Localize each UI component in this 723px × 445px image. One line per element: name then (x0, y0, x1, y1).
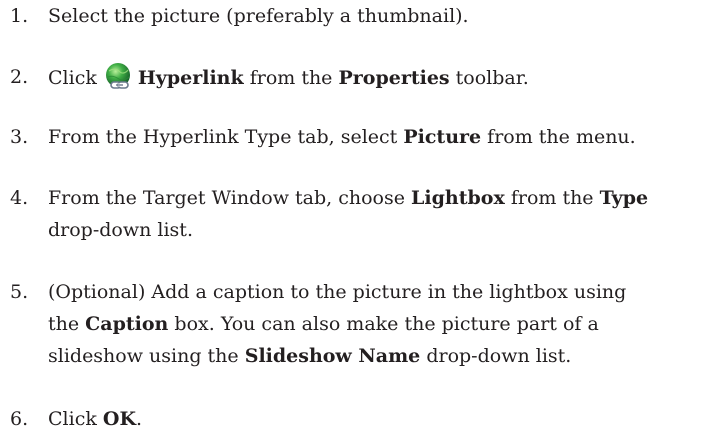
step-number: 5. (10, 281, 29, 303)
slideshow-name-term: Slideshow Name (244, 345, 421, 367)
step-5-line-2-start: the (48, 313, 80, 335)
lightbox-term: Lightbox (411, 187, 505, 209)
step-text: Click OK. (48, 403, 723, 435)
step-3-end-text: from the menu. (487, 126, 636, 148)
step-2-mid-text: from the (249, 67, 333, 89)
step-1-text: Select the picture (preferably a thumbna… (48, 5, 469, 27)
step-6-click-text: Click (48, 408, 97, 430)
step-6-period: . (135, 408, 143, 430)
step-text: (Optional) Add a caption to the picture … (48, 276, 723, 372)
ok-term: OK (102, 408, 136, 430)
step-3-start-text: From the Hyperlink Type tab, select (48, 126, 398, 148)
instruction-steps: 1. Select the picture (preferably a thum… (0, 0, 723, 445)
step-5-line-3-end: drop-down list. (426, 345, 572, 367)
properties-term: Properties (338, 67, 450, 89)
step-number: 2. (10, 66, 29, 88)
step-text: From the Hyperlink Type tab, select Pict… (48, 121, 723, 153)
type-term: Type (599, 187, 649, 209)
step-5-line-1: (Optional) Add a caption to the picture … (48, 281, 627, 303)
step-5-line-3-start: slideshow using the (48, 345, 239, 367)
picture-term: Picture (403, 126, 482, 148)
step-text: Click Hyperlink from the Properties toolb… (48, 61, 723, 94)
hyperlink-term: Hyperlink (137, 67, 244, 89)
step-5-line-2-end: box. You can also make the picture part … (174, 313, 599, 335)
hyperlink-globe-chain-icon (105, 63, 130, 89)
step-4-mid-text: from the (510, 187, 594, 209)
step-4-start-text: From the Target Window tab, choose (48, 187, 405, 209)
step-number: 1. (10, 5, 29, 27)
step-number: 6. (10, 408, 29, 430)
step-text: Select the picture (preferably a thumbna… (48, 0, 723, 32)
step-number: 3. (10, 126, 29, 148)
step-text: From the Target Window tab, choose Light… (48, 182, 723, 246)
step-4-end-text: drop-down list. (48, 219, 193, 241)
step-2-click-text: Click (48, 67, 97, 89)
step-2-end-text: toolbar. (455, 67, 529, 89)
caption-term: Caption (85, 313, 169, 335)
step-number: 4. (10, 187, 29, 209)
